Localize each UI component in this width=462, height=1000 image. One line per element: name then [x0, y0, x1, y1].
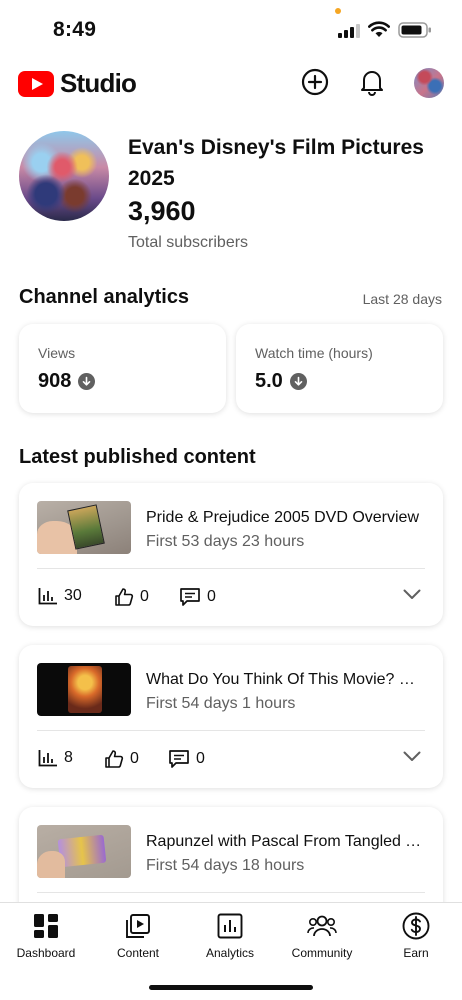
video-thumbnail[interactable]	[37, 663, 131, 716]
dashboard-icon	[31, 911, 61, 941]
thumbs-up-icon	[105, 750, 124, 768]
video-card[interactable]: Pride & Prejudice 2005 DVD Overview Firs…	[19, 483, 443, 626]
nav-label: Analytics	[205, 946, 255, 960]
comments-count: 0	[207, 588, 216, 605]
latest-content-title: Latest published content	[19, 446, 256, 468]
likes-stat: 0	[114, 587, 149, 607]
nav-content[interactable]: Content	[92, 911, 184, 960]
logo-text: Studio	[60, 68, 137, 98]
youtube-studio-logo[interactable]: Studio	[18, 68, 137, 99]
status-time: 8:49	[53, 18, 97, 41]
content-icon	[123, 911, 153, 941]
trend-down-icon	[78, 373, 96, 390]
video-thumbnail[interactable]	[37, 825, 131, 878]
metric-value: 5.0	[255, 370, 307, 393]
nav-community[interactable]: Community	[276, 911, 368, 960]
nav-dashboard[interactable]: Dashboard	[0, 911, 92, 960]
views-count: 30	[64, 587, 82, 604]
chevron-down-icon[interactable]	[403, 751, 421, 762]
views-value: 908	[38, 370, 72, 392]
comments-stat: 0	[179, 587, 216, 607]
likes-count: 0	[140, 588, 149, 605]
bar-chart-icon	[38, 588, 57, 605]
video-title: What Do You Think Of This Movie? Who Fra…	[146, 671, 428, 688]
analytics-title: Channel analytics	[19, 286, 190, 308]
wifi-icon	[368, 21, 390, 37]
thumbs-up-icon	[115, 588, 134, 606]
watch-time-metric-card[interactable]: Watch time (hours) 5.0	[236, 324, 443, 413]
views-count: 8	[64, 749, 73, 766]
metric-label: Watch time (hours)	[255, 345, 373, 361]
analytics-icon	[215, 911, 245, 941]
community-icon	[307, 911, 337, 941]
likes-count: 0	[130, 750, 139, 767]
notifications-bell-icon	[361, 71, 383, 96]
metric-label: Views	[38, 345, 76, 361]
analytics-period: Last 28 days	[362, 291, 442, 307]
comment-icon	[169, 750, 189, 768]
privacy-indicator-dot	[335, 8, 341, 14]
account-avatar[interactable]	[414, 68, 444, 98]
create-plus-icon	[301, 68, 329, 96]
likes-stat: 0	[104, 749, 139, 769]
chevron-down-icon[interactable]	[403, 589, 421, 600]
nav-analytics[interactable]: Analytics	[184, 911, 276, 960]
video-subtitle: First 54 days 18 hours	[146, 857, 305, 874]
bar-chart-icon	[38, 750, 57, 767]
home-indicator	[149, 985, 313, 990]
divider	[37, 730, 425, 731]
nav-label: Content	[116, 946, 160, 960]
views-stat: 8	[38, 749, 73, 767]
video-thumbnail[interactable]	[37, 501, 131, 554]
nav-label: Earn	[403, 946, 429, 960]
notifications-button[interactable]	[357, 67, 387, 97]
video-subtitle: First 54 days 1 hours	[146, 695, 296, 712]
video-card[interactable]: Rapunzel with Pascal From Tangled Toy Fi…	[19, 807, 443, 902]
channel-avatar[interactable]	[19, 131, 109, 221]
create-button[interactable]	[300, 67, 330, 97]
bottom-navigation: Dashboard Content Analytics Community Ea…	[0, 902, 462, 1000]
views-metric-card[interactable]: Views 908	[19, 324, 226, 413]
views-stat: 30	[38, 587, 82, 605]
channel-analytics-section: Channel analytics Last 28 days Views 908…	[0, 270, 462, 430]
channel-profile: Evan's Disney's Film Pictures 2025 3,960…	[0, 112, 462, 270]
comments-stat: 0	[168, 749, 205, 769]
video-card[interactable]: What Do You Think Of This Movie? Who Fra…	[19, 645, 443, 788]
channel-name: Evan's Disney's Film Pictures 2025	[128, 136, 424, 190]
nav-earn[interactable]: Earn	[370, 911, 462, 960]
battery-icon	[398, 22, 431, 38]
video-title: Pride & Prejudice 2005 DVD Overview	[146, 509, 420, 526]
app-header: Studio	[0, 56, 462, 112]
comments-count: 0	[196, 750, 205, 767]
nav-label: Dashboard	[16, 946, 76, 960]
video-subtitle: First 53 days 23 hours	[146, 533, 305, 550]
trend-down-icon	[289, 373, 307, 390]
comment-icon	[180, 588, 200, 606]
divider	[37, 892, 425, 893]
divider	[37, 568, 425, 569]
youtube-play-icon	[18, 70, 54, 97]
cellular-signal-icon	[338, 24, 360, 38]
subscriber-count: 3,960	[128, 196, 196, 226]
latest-content-section: Latest published content Pride & Prejudi…	[0, 430, 462, 902]
video-title: Rapunzel with Pascal From Tangled Toy	[146, 833, 428, 850]
subscriber-label: Total subscribers	[128, 234, 249, 251]
watch-time-value: 5.0	[255, 370, 283, 392]
status-bar: 8:49	[0, 0, 462, 56]
nav-label: Community	[291, 946, 353, 960]
earn-dollar-icon	[401, 911, 431, 941]
metric-value: 908	[38, 370, 96, 393]
